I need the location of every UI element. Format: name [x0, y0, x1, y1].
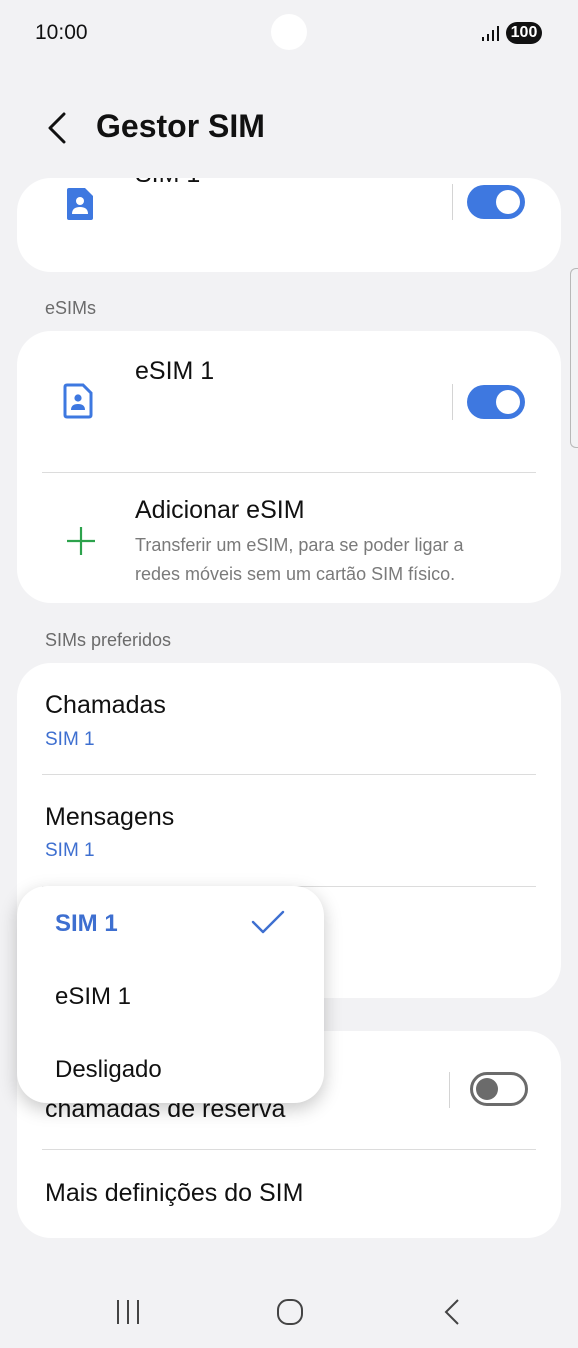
row-divider	[42, 472, 536, 473]
sim-label: SIM 1	[135, 178, 200, 189]
popup-option-sim1[interactable]: SIM 1	[55, 910, 118, 938]
messages-value: SIM 1	[45, 840, 95, 861]
row-divider	[42, 774, 536, 775]
popup-option-off[interactable]: Desligado	[55, 1056, 162, 1084]
page-title: Gestor SIM	[96, 108, 265, 144]
backup-calls-toggle[interactable]	[470, 1072, 528, 1106]
sim-select-popup: SIM 1 eSIM 1 Desligado	[17, 886, 324, 1103]
back-arrow-icon[interactable]	[40, 106, 76, 150]
messages-title[interactable]: Mensagens	[45, 803, 174, 832]
screen: 10:00 100 Gestor SIM SIM 1 eSIMs eSIM 1	[0, 0, 578, 1348]
section-label-preferred: SIMs preferidos	[45, 630, 172, 650]
plus-icon	[67, 527, 95, 555]
esim-card-icon	[63, 383, 93, 419]
status-time: 10:00	[35, 21, 88, 44]
add-esim-desc-line1: Transferir um eSIM, para se poder ligar …	[135, 535, 464, 555]
header-backdrop	[0, 150, 578, 178]
recent-apps-icon[interactable]	[108, 1292, 148, 1332]
popup-option-esim1[interactable]: eSIM 1	[55, 983, 131, 1011]
check-icon	[251, 910, 285, 934]
signal-icon	[482, 26, 499, 41]
more-sim-settings[interactable]: Mais definições do SIM	[45, 1179, 303, 1208]
scrollbar[interactable]	[570, 268, 578, 448]
sim-card: SIM 1	[17, 178, 561, 272]
divider	[449, 1072, 450, 1108]
add-esim-title[interactable]: Adicionar eSIM	[135, 496, 305, 525]
esims-card: eSIM 1 Adicionar eSIM Transferir um eSIM…	[17, 331, 561, 603]
sim1-toggle[interactable]	[467, 185, 525, 219]
divider	[452, 184, 453, 220]
calls-title[interactable]: Chamadas	[45, 691, 166, 720]
home-icon[interactable]	[270, 1292, 310, 1332]
esim1-toggle[interactable]	[467, 385, 525, 419]
camera-cutout	[271, 14, 307, 50]
add-esim-desc-line2: redes móveis sem um cartão SIM físico.	[135, 564, 456, 584]
nav-back-icon[interactable]	[432, 1292, 472, 1332]
calls-value: SIM 1	[45, 729, 95, 750]
section-label-esims: eSIMs	[45, 298, 97, 318]
row-divider	[42, 1149, 536, 1150]
esim1-label[interactable]: eSIM 1	[135, 357, 214, 386]
sim-card-icon	[67, 188, 93, 220]
divider	[452, 384, 453, 420]
battery-indicator: 100	[506, 22, 542, 44]
